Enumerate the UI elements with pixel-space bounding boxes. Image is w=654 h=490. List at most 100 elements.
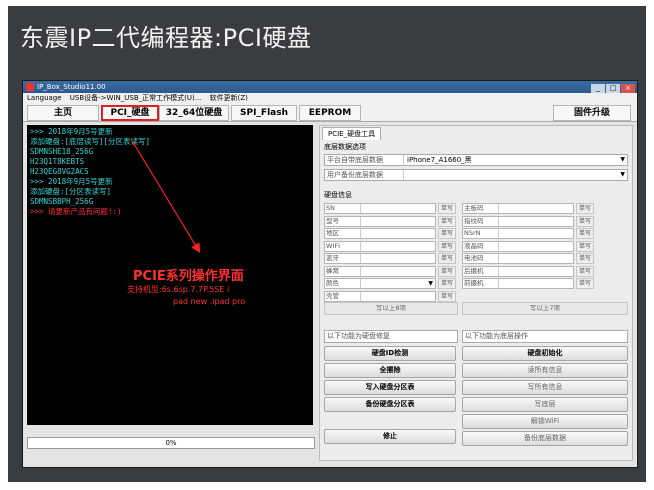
info-field-label: 液晶码 xyxy=(463,241,499,251)
info-field-label: 型号 xyxy=(325,216,361,226)
minimize-button[interactable]: _ xyxy=(591,84,605,93)
bottom-op-hint: 以下功能为底层操作 xyxy=(462,330,628,343)
dropdown-arrow-icon: ▼ xyxy=(428,280,433,287)
bottom-data-group-label: 底层数据选项 xyxy=(324,143,366,151)
write-field-button[interactable]: 单写 xyxy=(438,265,456,277)
user-backup-label: 用户备份底层数据 xyxy=(325,170,404,180)
info-field[interactable]: 壳管 xyxy=(324,290,436,302)
write-field-button[interactable]: 单写 xyxy=(438,278,456,289)
action-button[interactable]: 全擦除 xyxy=(324,363,456,378)
write-field-button[interactable]: 单写 xyxy=(438,203,456,214)
tab-home[interactable]: 主页 xyxy=(27,105,99,121)
main-tabs: 主页 PCI_硬盘 32_64位硬盘 SPI_Flash EEPROM 固件升级 xyxy=(23,103,637,122)
action-button[interactable]: 备份硬盘分区表 xyxy=(324,397,456,412)
log-line: SDMNSBBPH_256G xyxy=(30,197,94,206)
info-field-label: 蓝牙 xyxy=(325,254,361,263)
close-button[interactable]: × xyxy=(621,84,635,93)
info-field-label: 颜色 xyxy=(325,279,361,288)
info-field[interactable]: WIFI xyxy=(324,240,436,252)
tab-spi-flash[interactable]: SPI_Flash xyxy=(231,105,297,121)
window-controls: _ □ × xyxy=(590,82,635,94)
action-button[interactable]: 硬盘ID检测 xyxy=(324,346,456,361)
progress-label: 0% xyxy=(165,439,177,447)
action-button[interactable]: 写底层 xyxy=(462,397,628,412)
log-line: >>> 2018年9月5号更新 xyxy=(30,127,113,136)
info-field[interactable]: 液晶码 xyxy=(462,240,574,252)
tab-firmware-upgrade[interactable]: 固件升级 xyxy=(553,105,631,121)
tab-pci-disk[interactable]: PCI_硬盘 xyxy=(101,105,159,121)
write-field-button[interactable]: 单写 xyxy=(576,265,594,277)
write-left-all-button[interactable]: 写以上8项 xyxy=(324,302,458,315)
log-line: SDMNSHE18_256G xyxy=(30,147,94,156)
pcie-tool-panel: PCIE_硬盘工具 底层数据选项 平台自带底层数据 iPhone7_A1660_黑… xyxy=(319,125,633,461)
dropdown-arrow-icon: ▼ xyxy=(620,171,625,178)
write-field-button[interactable]: 单写 xyxy=(576,215,594,227)
info-field[interactable]: 地区 xyxy=(324,228,436,239)
write-field-button[interactable]: 单写 xyxy=(576,228,594,239)
action-button[interactable]: 解锁WiFi xyxy=(462,414,628,429)
tab-pcie-tool[interactable]: PCIE_硬盘工具 xyxy=(322,127,382,140)
info-field[interactable]: 型号 xyxy=(324,215,436,227)
action-button[interactable]: 读所有信息 xyxy=(462,363,628,378)
write-field-button[interactable]: 单写 xyxy=(438,290,456,302)
progress-bar: 0% xyxy=(27,437,315,449)
tab-eeprom[interactable]: EEPROM xyxy=(299,105,361,121)
write-field-button[interactable]: 单写 xyxy=(438,228,456,239)
write-field-button[interactable]: 单写 xyxy=(438,215,456,227)
info-field-label: WIFI xyxy=(325,241,361,251)
info-field[interactable]: 主板码 xyxy=(462,203,574,214)
menu-bar: Language USB设备->WIN_USB_正常工作模式(U)... 软件更… xyxy=(23,93,637,103)
write-field-button[interactable]: 单写 xyxy=(438,240,456,252)
action-button[interactable]: 写入硬盘分区表 xyxy=(324,380,456,395)
slide-title: 东震IP二代编程器:PCI硬盘 xyxy=(20,24,312,52)
info-field-label: 地区 xyxy=(325,229,361,238)
info-field-label: 主板码 xyxy=(463,204,499,213)
info-field[interactable]: 蜂窝 xyxy=(324,265,436,277)
info-field[interactable]: 颜色 ▼ xyxy=(324,278,436,289)
write-field-button[interactable]: 单写 xyxy=(438,253,456,264)
menu-language[interactable]: Language xyxy=(27,94,62,102)
info-field[interactable]: 后摄机 xyxy=(462,265,574,277)
info-field-label: NSrN xyxy=(463,229,499,238)
action-button[interactable]: 备份底层数据 xyxy=(462,431,628,446)
write-right-all-button[interactable]: 写以上7项 xyxy=(462,302,628,315)
annotation-supported-models: 支持机型:6s.6sp.7.7P.5SE i xyxy=(127,285,230,294)
write-field-button[interactable]: 单写 xyxy=(576,240,594,252)
dropdown-arrow-icon: ▼ xyxy=(620,156,625,163)
write-field-button[interactable]: 单写 xyxy=(576,278,594,289)
annotation-supported-models-2: pad new .ipad pro xyxy=(173,297,246,306)
app-window: IP_Box_Studio11.00 _ □ × Language USB设备->W… xyxy=(22,80,638,468)
info-field-label: 壳管 xyxy=(325,291,361,301)
info-field-label: 电池码 xyxy=(463,254,499,263)
info-field[interactable]: 蓝牙 xyxy=(324,253,436,264)
disk-repair-hint: 以下功能为硬盘修复 xyxy=(324,330,458,343)
platform-data-value: iPhone7_A1660_黑 xyxy=(407,156,472,164)
info-field[interactable]: 电池码 xyxy=(462,253,574,264)
info-field-label: 指纹码 xyxy=(463,216,499,226)
tab-32-64-disk[interactable]: 32_64位硬盘 xyxy=(159,105,229,121)
action-button[interactable]: 硬盘初始化 xyxy=(462,346,628,361)
platform-data-select[interactable]: 平台自带底层数据 iPhone7_A1660_黑 ▼ xyxy=(324,154,628,166)
action-button[interactable]: 写所有信息 xyxy=(462,380,628,395)
user-backup-select[interactable]: 用户备份底层数据 ▼ xyxy=(324,169,628,181)
app-icon xyxy=(26,83,34,91)
info-field[interactable]: NSrN xyxy=(462,228,574,239)
log-line: >>> 请更新产品有问题!:) xyxy=(30,207,122,216)
write-field-button[interactable]: 单写 xyxy=(576,253,594,264)
annotation-headline: PCIE系列操作界面 xyxy=(133,269,244,284)
log-line: H23Q1T8KEBTS xyxy=(30,157,85,166)
info-field-label: SN xyxy=(325,204,361,213)
menu-usb-device[interactable]: USB设备->WIN_USB_正常工作模式(U)... xyxy=(70,94,202,102)
menu-software-update[interactable]: 软件更新(Z) xyxy=(210,94,248,102)
action-button[interactable]: 修止 xyxy=(324,429,456,444)
window-title: IP_Box_Studio11.00 xyxy=(37,83,106,91)
info-field[interactable]: 前摄机 xyxy=(462,278,574,289)
maximize-button[interactable]: □ xyxy=(606,84,620,93)
info-field[interactable]: 指纹码 xyxy=(462,215,574,227)
write-field-button[interactable]: 单写 xyxy=(576,203,594,214)
info-field[interactable]: SN xyxy=(324,203,436,214)
slide-background: 东震IP二代编程器:PCI硬盘 IP_Box_Studio11.00 _ □ × L… xyxy=(8,6,646,482)
log-line: 添加硬盘:[底层读写][分区表读写] xyxy=(30,137,151,146)
log-line: 添加硬盘:[分区表读写] xyxy=(30,187,112,196)
log-line: >>> 2018年9月5号更新 xyxy=(30,177,113,186)
